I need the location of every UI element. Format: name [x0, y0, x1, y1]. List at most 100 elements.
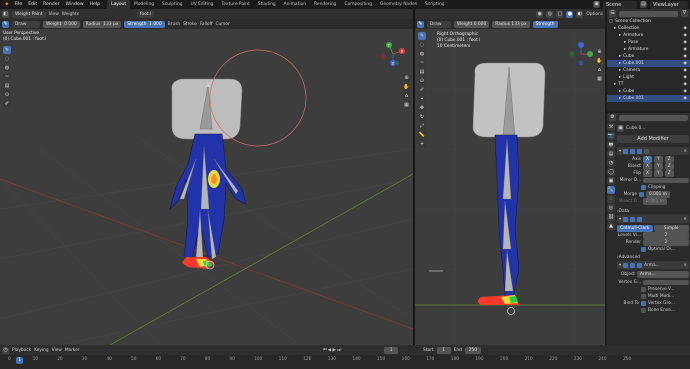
- outliner-expand-icon[interactable]: ▸: [619, 88, 621, 95]
- outliner-editor-icon[interactable]: ☰: [609, 10, 616, 17]
- outliner-expand-icon[interactable]: ▸: [614, 81, 616, 88]
- outliner-expand-icon[interactable]: ▸: [614, 25, 616, 32]
- outliner-item[interactable]: ▸ Light ◉: [607, 74, 690, 81]
- visibility-eye-icon[interactable]: ◉: [683, 81, 690, 88]
- workspace-tab[interactable]: Modeling: [130, 0, 158, 9]
- play-controls[interactable]: ⏮ ◀ ▶ ⏭: [323, 348, 341, 353]
- bone-envelopes-checkbox[interactable]: Bone Enve...: [648, 308, 675, 313]
- zoom-icon[interactable]: ⊕: [402, 74, 411, 82]
- right-viewport[interactable]: ✎ Draw Weight 0.000 Radius 133 px Streng…: [415, 9, 605, 345]
- visibility-eye-icon[interactable]: ◉: [683, 39, 690, 46]
- playback-menu[interactable]: Playback: [12, 348, 31, 353]
- xray-icon[interactable]: ▢: [556, 10, 564, 18]
- visibility-eye-icon[interactable]: ◉: [683, 95, 690, 102]
- right-strength-field[interactable]: Strength: [532, 20, 558, 28]
- material-shading-icon[interactable]: ◐: [576, 10, 584, 18]
- view-layer-field[interactable]: ViewLayer: [650, 0, 688, 9]
- armature-object-field[interactable]: Arma...: [637, 270, 689, 278]
- render-tab-icon[interactable]: 📷: [607, 132, 615, 140]
- mode-dropdown[interactable]: Weight Paint: [12, 10, 46, 18]
- keying-menu[interactable]: Keying: [34, 348, 48, 353]
- outliner-item[interactable]: ▸ Cube ◉: [607, 53, 690, 60]
- multi-modifier-checkbox[interactable]: Multi Modi...: [648, 294, 674, 299]
- levels-viewport-field[interactable]: 2: [643, 232, 689, 239]
- subsurf-modifier-header[interactable]: ▾ ×: [617, 215, 689, 223]
- vertex-groups-checkbox[interactable]: Vertex Gro...: [648, 301, 675, 306]
- solid-shading-icon[interactable]: ●: [566, 10, 574, 18]
- scene-field[interactable]: Scene: [603, 0, 637, 9]
- mirror-object-field[interactable]: [643, 178, 689, 183]
- outliner-item[interactable]: ▸ Collection ◉: [607, 25, 690, 32]
- axis-x-toggle[interactable]: X: [643, 156, 652, 163]
- axis-z-toggle[interactable]: Z: [664, 156, 674, 163]
- object-name[interactable]: Cube.0...: [626, 126, 645, 131]
- clipping-checkbox[interactable]: Clipping: [648, 185, 666, 190]
- right-zoom-icon[interactable]: ⊕: [595, 48, 604, 56]
- workspace-tab[interactable]: Animation: [280, 0, 310, 9]
- active-object-field[interactable]: foot.l: [136, 10, 155, 18]
- workspace-tab[interactable]: Shading: [254, 0, 280, 9]
- data-tab-icon[interactable]: ▲: [607, 222, 615, 230]
- editor-type-icon[interactable]: ◧: [2, 10, 9, 18]
- menu-help[interactable]: Help: [87, 2, 103, 7]
- filter-icon[interactable]: ⛛: [681, 10, 688, 17]
- bisect-y-toggle[interactable]: Y: [653, 163, 663, 170]
- current-frame-field[interactable]: 1: [384, 346, 399, 354]
- right-pan-hand-icon[interactable]: ✋: [595, 57, 604, 65]
- options-menu[interactable]: Options: [586, 12, 603, 17]
- weight-field[interactable]: Weight 0.000: [43, 20, 80, 28]
- right-weight-field[interactable]: Weight 0.000: [454, 20, 490, 28]
- outliner-item[interactable]: ▸ Armature ◉: [607, 32, 690, 39]
- right-navigation-gizmo[interactable]: [569, 42, 593, 66]
- properties-editor-icon[interactable]: ⚙: [609, 114, 616, 121]
- flip-y-toggle[interactable]: Y: [653, 170, 663, 177]
- left-viewport[interactable]: ◧ Weight Paint View Weights foot.l ✎ Dra…: [0, 9, 413, 345]
- visibility-eye-icon[interactable]: ◉: [683, 74, 690, 81]
- radius-field[interactable]: Radius 133 px: [82, 20, 122, 28]
- start-frame-field[interactable]: 1: [436, 346, 451, 354]
- workspace-tab[interactable]: Scripting: [421, 0, 449, 9]
- bisect-distance-field[interactable]: 0.001 m: [643, 198, 667, 205]
- visibility-eye-icon[interactable]: ◉: [683, 32, 690, 39]
- navigation-gizmo[interactable]: X Y Z: [381, 42, 405, 66]
- properties-search[interactable]: [619, 114, 688, 121]
- render-levels-field[interactable]: 2: [643, 239, 689, 246]
- visibility-icon[interactable]: ◉: [536, 10, 544, 18]
- brush-name[interactable]: Draw: [12, 20, 40, 28]
- visibility-eye-icon[interactable]: ◉: [683, 53, 690, 60]
- menu-window[interactable]: Window: [63, 2, 87, 7]
- outliner-item[interactable]: ▸ TT ◉: [607, 81, 690, 88]
- outliner-item[interactable]: ▸ Armature ◉: [607, 46, 690, 53]
- tool-tab-icon[interactable]: ⚒: [607, 123, 615, 131]
- menu-file[interactable]: File: [12, 2, 26, 7]
- timeline-view-menu[interactable]: View: [52, 348, 62, 353]
- flip-x-toggle[interactable]: X: [643, 170, 652, 177]
- outliner-expand-icon[interactable]: ▸: [619, 67, 621, 74]
- pan-hand-icon[interactable]: ✋: [402, 83, 411, 91]
- physics-tab-icon[interactable]: ◎: [607, 204, 615, 212]
- optimal-display-checkbox[interactable]: Optimal Di...: [648, 247, 675, 252]
- timeline-editor-icon[interactable]: ◷: [2, 346, 9, 354]
- constraints-tab-icon[interactable]: ⛓: [607, 213, 615, 221]
- mirror-modifier-header[interactable]: ▾ ×: [617, 147, 689, 155]
- visibility-eye-icon[interactable]: ◉: [683, 88, 690, 95]
- outliner-expand-icon[interactable]: ▸: [619, 74, 621, 81]
- catmull-clark-button[interactable]: Catmull-Clark: [617, 224, 653, 232]
- object-tab-icon[interactable]: ▣: [607, 177, 615, 185]
- output-tab-icon[interactable]: 🖶: [607, 141, 615, 149]
- right-radius-field[interactable]: Radius 133 px: [492, 20, 530, 28]
- weights-menu[interactable]: Weights: [62, 12, 79, 17]
- merge-distance-field[interactable]: 0.001 m: [646, 191, 670, 198]
- data-subpanel[interactable]: › Data: [617, 207, 689, 215]
- flip-z-toggle[interactable]: Z: [664, 170, 674, 177]
- brush-menu[interactable]: Brush: [168, 22, 180, 27]
- modifier-tab-icon[interactable]: 🔧: [607, 186, 615, 194]
- view-menu[interactable]: View: [49, 12, 59, 17]
- scene-tab-icon[interactable]: ◔: [607, 159, 615, 167]
- particles-tab-icon[interactable]: ∴: [607, 195, 615, 203]
- right-brush-name[interactable]: Draw: [427, 20, 451, 28]
- bisect-z-toggle[interactable]: Z: [664, 163, 674, 170]
- marker-menu[interactable]: Marker: [65, 348, 80, 353]
- right-camera-view-icon[interactable]: ⌂: [595, 66, 604, 74]
- preserve-volume-checkbox[interactable]: Preserve V...: [648, 287, 675, 292]
